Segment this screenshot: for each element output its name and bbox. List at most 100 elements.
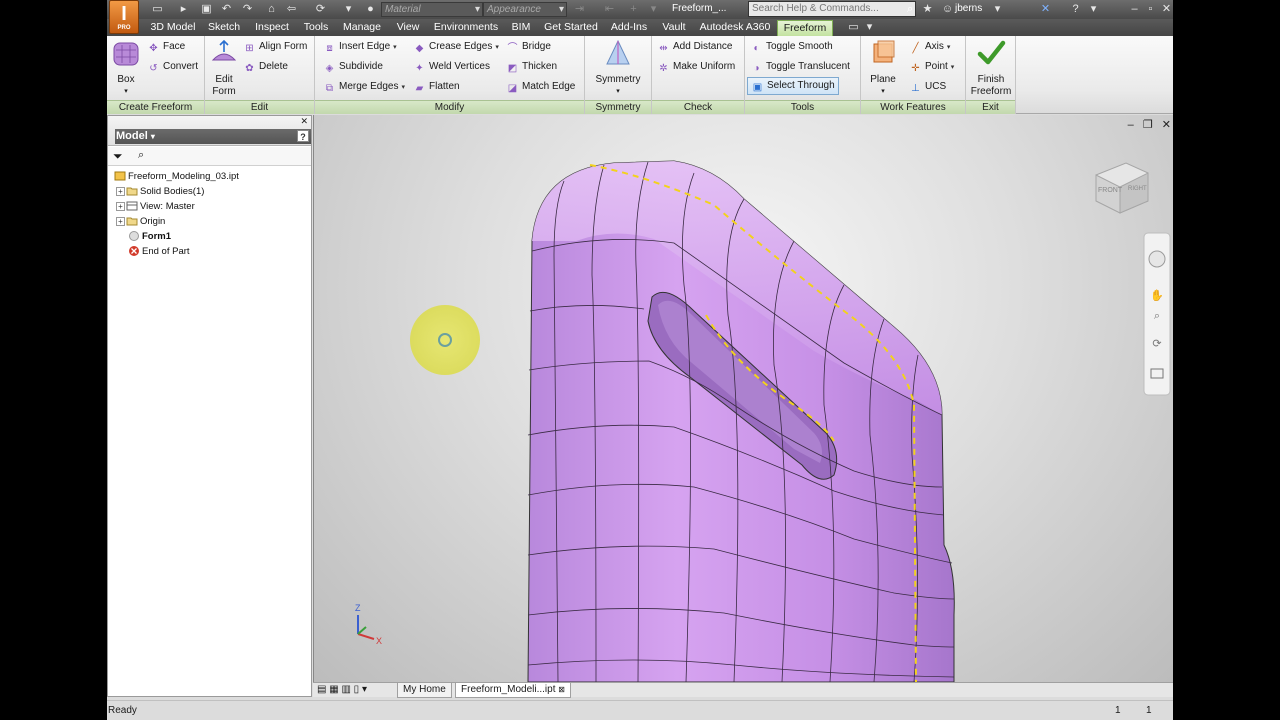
expand-icon[interactable]: + — [116, 202, 125, 211]
tab-sketch[interactable]: Sketch — [203, 20, 245, 36]
tab-tools[interactable]: Tools — [298, 20, 334, 36]
tree-item-solid-bodies[interactable]: + Solid Bodies(1) — [116, 184, 204, 199]
find-binoculars-icon[interactable]: ⌕ — [138, 149, 144, 162]
material-combo[interactable]: Material ▾ — [381, 2, 483, 17]
toggle-translucent-button[interactable]: ◑ Toggle Translucent — [750, 58, 849, 76]
browser-close-icon[interactable]: ✕ — [300, 116, 308, 127]
thicken-button[interactable]: ◩ Thicken — [506, 58, 557, 76]
redo-icon[interactable]: ↷ — [241, 3, 254, 16]
return-icon[interactable]: ⇦ — [285, 3, 298, 16]
undo-icon[interactable]: ↶ — [220, 3, 233, 16]
help-icon[interactable]: ? — [1069, 3, 1082, 16]
tab-document[interactable]: Freeform_Modeli...ipt ⊠ — [455, 683, 571, 698]
point-button[interactable]: ✛ Point ▾ — [909, 58, 954, 76]
home-icon[interactable]: ⌂ — [265, 3, 278, 16]
tab-add-ins[interactable]: Add-Ins — [607, 20, 651, 36]
select-icon[interactable]: ▾ — [342, 3, 355, 16]
tree-item-end-of-part[interactable]: End of Part — [128, 244, 190, 259]
tile-icons[interactable]: ▤ ▦ ▥ ▯ ▾ — [317, 684, 367, 695]
color-icon[interactable]: ● — [364, 3, 377, 16]
help-dropdown-icon[interactable]: ▾ — [1087, 3, 1100, 16]
plane-button[interactable]: Plane ▾ — [865, 38, 901, 98]
ribbon-options-icon[interactable]: ▭ — [847, 21, 860, 34]
bridge-button[interactable]: ⌒ Bridge — [506, 38, 551, 56]
tree-item-part-file[interactable]: Freeform_Modeling_03.ipt — [114, 169, 239, 184]
insert-edge-dropdown-icon[interactable]: ▾ — [393, 44, 397, 51]
tab-document-close-icon[interactable]: ⊠ — [558, 685, 565, 694]
point-dropdown-icon[interactable]: ▾ — [951, 64, 955, 71]
browser-menu-dropdown-icon[interactable]: ▾ — [151, 132, 155, 141]
qat-more-icon[interactable]: ▾ — [647, 3, 660, 16]
zoom-icon[interactable]: ⌕ — [1154, 310, 1160, 322]
expand-icon[interactable]: + — [116, 217, 125, 226]
tree-item-form1[interactable]: Form1 — [128, 229, 171, 244]
match-edge-button[interactable]: ◪ Match Edge — [506, 78, 576, 96]
tab-bim[interactable]: BIM — [507, 20, 535, 36]
axis-button[interactable]: ╱ Axis ▾ — [909, 38, 950, 56]
align-form-button[interactable]: ⊞ Align Form — [243, 38, 307, 56]
user-name[interactable]: jberns — [955, 3, 982, 14]
viewcube[interactable]: FRONT RIGHT — [1095, 162, 1149, 214]
crease-edges-button[interactable]: ◆ Crease Edges ▾ — [413, 38, 499, 56]
plus-icon[interactable]: + — [627, 3, 640, 16]
browser-title-bar[interactable]: Model ▾ ? — [115, 129, 311, 144]
flatten-button[interactable]: ▰ Flatten — [413, 78, 460, 96]
merge-edges-dropdown-icon[interactable]: ▾ — [401, 84, 405, 91]
select-through-button[interactable]: ▣ Select Through — [747, 77, 839, 95]
box-dropdown-icon[interactable]: ▾ — [109, 86, 143, 98]
ribbon-options-dropdown-icon[interactable]: ▾ — [863, 21, 876, 34]
delete-button[interactable]: ✿ Delete — [243, 58, 288, 76]
pan-icon[interactable]: ✋ — [1150, 289, 1164, 302]
make-uniform-button[interactable]: ✲ Make Uniform — [657, 58, 735, 76]
freeform-body[interactable] — [527, 160, 955, 682]
filter-icon[interactable]: ⏷ — [113, 149, 123, 164]
graphics-viewport[interactable]: – ❐ ✕ FRONT RIGHT ✋ ⌕ ⟳ Z X — [313, 115, 1173, 682]
tree-item-view-master[interactable]: + View: Master — [116, 199, 195, 214]
symmetry-dropdown-icon[interactable]: ▾ — [587, 86, 649, 98]
add-distance-button[interactable]: ⇹ Add Distance — [657, 38, 732, 56]
application-menu-button[interactable]: I PRO — [109, 0, 139, 34]
user-icon[interactable]: ☺ — [941, 3, 954, 16]
insert-edge-button[interactable]: ⧈ Insert Edge ▾ — [323, 38, 397, 56]
toggle-smooth-button[interactable]: ◐ Toggle Smooth — [750, 38, 832, 56]
orbit-icon[interactable]: ⟳ — [1152, 338, 1161, 350]
tab-my-home[interactable]: My Home — [397, 683, 452, 698]
new-icon[interactable]: ▭ — [151, 3, 164, 16]
symmetry-button[interactable]: Symmetry ▾ — [587, 38, 649, 98]
face-button[interactable]: ✥ Face — [147, 38, 185, 56]
tab-environments[interactable]: Environments — [430, 20, 502, 36]
convert-button[interactable]: ↺ Convert — [147, 58, 198, 76]
help-search-input[interactable]: Search Help & Commands... — [748, 1, 916, 17]
plane-dropdown-icon[interactable]: ▾ — [865, 86, 901, 98]
ucs-button[interactable]: ⊥ UCS — [909, 78, 946, 96]
subdivide-button[interactable]: ◈ Subdivide — [323, 58, 383, 76]
crease-edges-dropdown-icon[interactable]: ▾ — [495, 44, 499, 51]
exchange-icon[interactable]: ✕ — [1039, 3, 1052, 16]
clear-icon[interactable]: ⇤ — [603, 3, 616, 16]
box-button[interactable]: Box ▾ — [109, 38, 143, 98]
tab-manage[interactable]: Manage — [339, 20, 385, 36]
merge-edges-button[interactable]: ⧉ Merge Edges ▾ — [323, 78, 405, 96]
user-dropdown-icon[interactable]: ▾ — [991, 3, 1004, 16]
maximize-icon[interactable]: ▫ — [1144, 3, 1157, 16]
minimize-icon[interactable]: – — [1128, 3, 1141, 16]
browser-help-icon[interactable]: ? — [297, 130, 309, 142]
edit-form-button[interactable]: Edit Form — [207, 38, 241, 98]
tab-3d-model[interactable]: 3D Model — [144, 20, 202, 36]
search-icon[interactable]: ⌕ — [907, 3, 913, 16]
tab-inspect[interactable]: Inspect — [249, 20, 295, 36]
weld-vertices-button[interactable]: ✦ Weld Vertices — [413, 58, 490, 76]
save-icon[interactable]: ▣ — [200, 3, 213, 16]
favorites-icon[interactable]: ★ — [921, 3, 934, 16]
tab-view[interactable]: View — [391, 20, 425, 36]
close-window-icon[interactable]: ✕ — [1160, 3, 1173, 16]
finish-freeform-button[interactable]: Finish Freeform — [968, 38, 1014, 98]
tab-freeform[interactable]: Freeform — [777, 20, 833, 36]
tab-get-started[interactable]: Get Started — [540, 20, 602, 36]
steering-wheel-icon[interactable] — [1148, 250, 1166, 268]
update-icon[interactable]: ⟳ — [314, 3, 327, 16]
axis-dropdown-icon[interactable]: ▾ — [947, 44, 951, 51]
tree-item-origin[interactable]: + Origin — [116, 214, 165, 229]
tab-vault[interactable]: Vault — [656, 20, 692, 36]
adjust-icon[interactable]: ⇥ — [573, 3, 586, 16]
